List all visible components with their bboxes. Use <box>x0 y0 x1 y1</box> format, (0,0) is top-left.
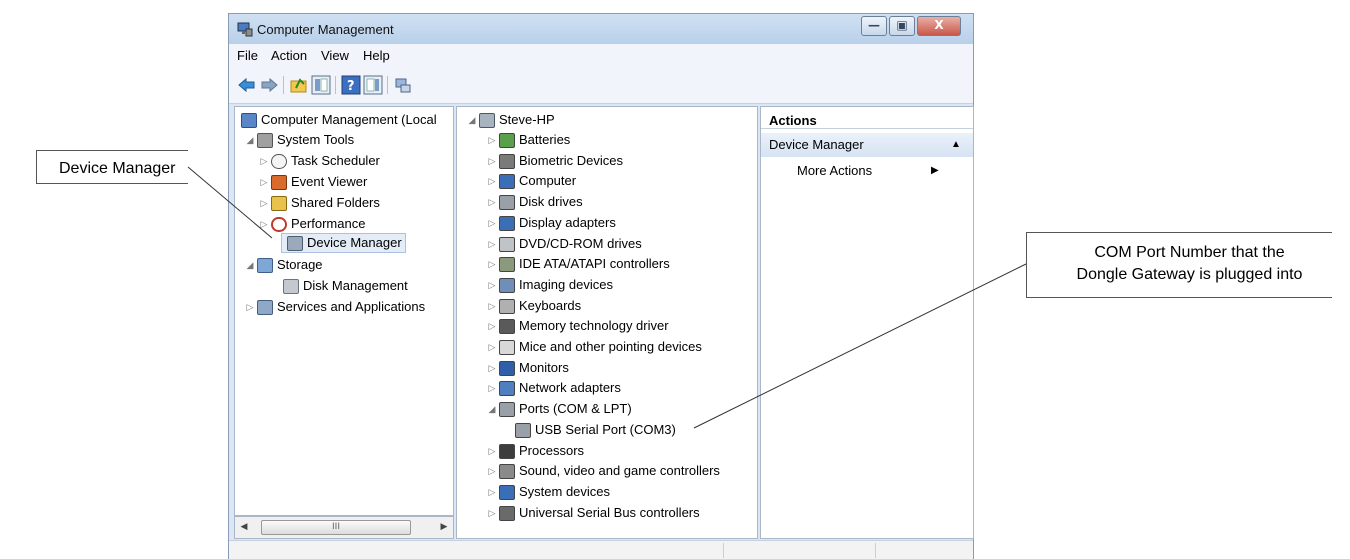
callout-leader-lines <box>187 166 1027 429</box>
leader-line-device-manager <box>187 166 273 239</box>
leader-line-com-port <box>693 263 1027 429</box>
